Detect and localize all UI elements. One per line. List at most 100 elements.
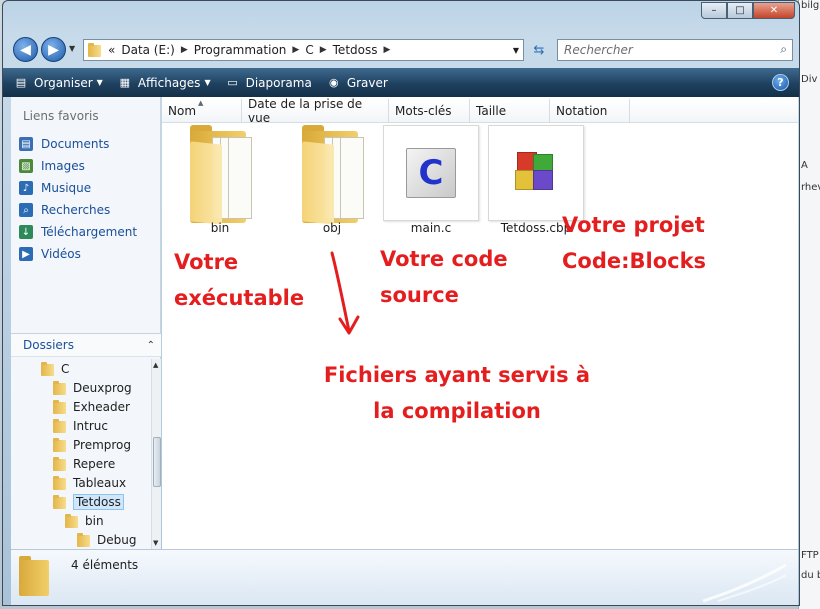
annotation-executable: Votre exécutable — [174, 244, 304, 316]
folder-icon — [53, 399, 66, 414]
refresh-button[interactable]: ⇆ — [528, 40, 550, 60]
folder-icon — [88, 43, 101, 57]
favorite-label: Documents — [41, 137, 110, 151]
folders-header[interactable]: Dossiers ⌃ — [11, 333, 161, 357]
minimize-button[interactable]: – — [701, 2, 727, 19]
scrollbar-thumb[interactable] — [153, 437, 161, 487]
tree-label: C — [61, 361, 70, 376]
folder-icon — [53, 456, 66, 471]
tree-item-tableaux[interactable]: Tableaux — [53, 473, 126, 492]
forward-button[interactable]: ▶ — [41, 37, 66, 62]
scroll-down-icon[interactable]: ▼ — [153, 539, 158, 547]
search-placeholder: Rechercher — [564, 43, 633, 57]
details-pane: 4 éléments — [11, 549, 798, 605]
slideshow-icon: ▭ — [227, 76, 238, 89]
breadcrumb-data-drive[interactable]: Data (E:) — [118, 43, 177, 57]
arrow-right-icon: ▶ — [48, 41, 59, 58]
favorite-documents[interactable]: ▤ Documents — [19, 133, 137, 155]
tree-item-exheader[interactable]: Exheader — [53, 397, 130, 416]
tree-item-repere[interactable]: Repere — [53, 454, 115, 473]
favorite-label: Musique — [41, 181, 92, 195]
views-icon: ▦ — [119, 76, 131, 89]
favorite-downloads[interactable]: ↓ Téléchargement — [19, 221, 137, 243]
tree-item-intruc[interactable]: Intruc — [53, 416, 108, 435]
images-icon: ▨ — [19, 159, 33, 173]
recent-pages-dropdown[interactable]: ▼ — [69, 44, 75, 53]
folder-tree: C Deuxprog Exheader Intruc Premprog Repe… — [11, 359, 149, 549]
annotation-source: Votre code source — [380, 241, 508, 313]
annotation-line: la compilation — [373, 399, 541, 423]
search-folder-icon: ⌕ — [19, 203, 33, 217]
folder-icon — [53, 380, 66, 395]
burn-button[interactable]: ◉ Graver — [326, 76, 388, 90]
favorite-searches[interactable]: ⌕ Recherches — [19, 199, 137, 221]
close-button[interactable]: ✕ — [753, 2, 795, 19]
music-icon: ♪ — [19, 181, 33, 195]
tree-item-debug[interactable]: Debug — [77, 530, 136, 549]
views-label: Affichages — [137, 75, 201, 90]
chevron-right-icon[interactable]: ▶ — [380, 45, 393, 55]
breadcrumb-overflow[interactable]: « — [105, 43, 118, 57]
chevron-down-icon[interactable]: ▼ — [513, 46, 519, 55]
file-item-main-c[interactable]: C main.c — [383, 97, 479, 247]
search-input[interactable]: Rechercher ⌕ — [557, 39, 793, 61]
documents-icon: ▤ — [19, 137, 33, 151]
breadcrumb-c[interactable]: C — [302, 43, 316, 57]
favorites-list: ▤ Documents ▨ Images ♪ Musique ⌕ Recherc… — [19, 133, 137, 265]
folder-icon — [77, 532, 90, 547]
breadcrumb-tetdoss[interactable]: Tetdoss — [330, 43, 381, 57]
scroll-up-icon[interactable]: ▲ — [153, 361, 158, 369]
chevron-right-icon[interactable]: ▶ — [178, 45, 191, 55]
search-icon[interactable]: ⌕ — [780, 42, 787, 57]
chevron-up-icon[interactable]: ⌃ — [147, 340, 155, 351]
slideshow-label: Diaporama — [245, 75, 312, 90]
folders-title: Dossiers — [23, 338, 74, 352]
tree-label: Debug — [97, 532, 137, 547]
back-button[interactable]: ◀ — [13, 37, 38, 62]
explorer-window: – □ ✕ ◀ ▶ ▼ « Data (E:) ▶ Programmation … — [2, 0, 800, 606]
folder-icon — [186, 125, 256, 225]
favorite-music[interactable]: ♪ Musique — [19, 177, 137, 199]
address-bar[interactable]: « Data (E:) ▶ Programmation ▶ C ▶ Tetdos… — [83, 39, 524, 61]
refresh-icon: ⇆ — [533, 42, 545, 58]
file-item-bin[interactable]: bin — [172, 97, 268, 247]
tree-item-c[interactable]: C — [41, 359, 69, 378]
folder-icon — [65, 513, 78, 528]
tree-item-bin[interactable]: bin — [65, 511, 104, 530]
tree-label: Premprog — [73, 437, 132, 452]
tree-label: bin — [85, 513, 104, 528]
views-button[interactable]: ▦ Affichages ▼ — [117, 76, 211, 90]
background-text: FTP — [801, 550, 819, 561]
file-list-area[interactable]: ▲ Nom Date de la prise de vue Mots-clés … — [162, 97, 798, 549]
file-item-obj[interactable]: obj — [284, 97, 380, 247]
chevron-right-icon[interactable]: ▶ — [289, 45, 302, 55]
annotation-line: Votre — [174, 250, 239, 274]
tree-label: Repere — [73, 456, 116, 471]
background-text: bilg — [801, 0, 820, 11]
file-name: obj — [322, 221, 342, 235]
annotation-line: Votre code — [380, 247, 508, 271]
annotation-project: Votre projet Code:Blocks — [562, 207, 706, 279]
organize-label: Organiser — [34, 75, 93, 90]
title-bar[interactable]: – □ ✕ — [3, 1, 799, 31]
background-text: rhev — [801, 182, 820, 193]
tree-item-premprog[interactable]: Premprog — [53, 435, 131, 454]
favorite-videos[interactable]: ▶ Vidéos — [19, 243, 137, 265]
chevron-right-icon[interactable]: ▶ — [317, 45, 330, 55]
breadcrumb-programmation[interactable]: Programmation — [191, 43, 290, 57]
tree-item-tetdoss[interactable]: Tetdoss — [53, 492, 124, 511]
favorite-images[interactable]: ▨ Images — [19, 155, 137, 177]
background-text: A — [801, 160, 808, 171]
tree-item-deuxprog[interactable]: Deuxprog — [53, 378, 132, 397]
red-arrow-head — [338, 315, 360, 335]
help-icon[interactable]: ? — [772, 74, 789, 91]
organize-button[interactable]: ▤ Organiser ▼ — [13, 76, 103, 90]
slideshow-button[interactable]: ▭ Diaporama — [225, 75, 312, 90]
folder-tree-scrollbar[interactable]: ▲ ▼ — [151, 359, 161, 549]
folder-icon — [53, 494, 66, 509]
maximize-button[interactable]: □ — [727, 2, 753, 19]
tree-label: Intruc — [73, 418, 108, 433]
videos-icon: ▶ — [19, 247, 33, 261]
chevron-down-icon: ▼ — [96, 78, 103, 87]
favorite-label: Images — [41, 159, 85, 173]
